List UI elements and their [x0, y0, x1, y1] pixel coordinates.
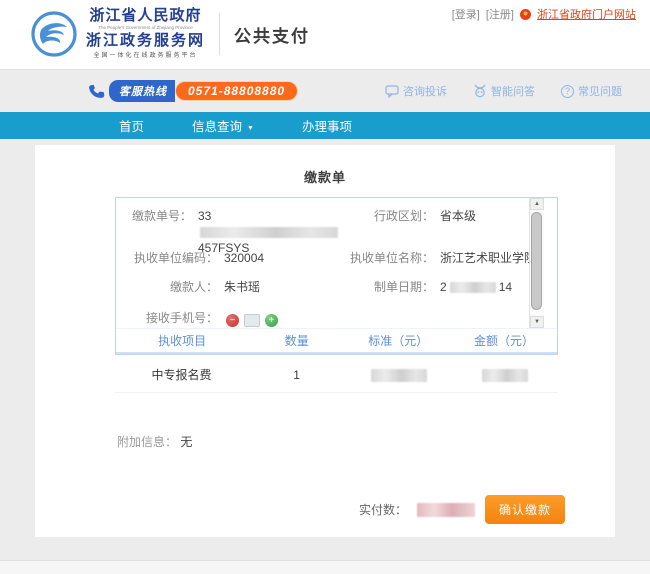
logo-text: 浙江省人民政府 The People's Government of Zheji… — [86, 9, 205, 59]
field-phone: 接收手机号： — [116, 308, 544, 332]
form-row: 执收单位编码： 320004 执收单位名称： 浙江艺术职业学院 — [116, 248, 544, 277]
nav-label: 信息查询 — [192, 116, 242, 135]
login-link[interactable]: [登录] — [452, 6, 480, 22]
question-circle-icon — [561, 85, 574, 98]
logo-divider — [219, 13, 220, 55]
payment-panel: 缴款单 缴款单号： 33 457FSYS 行政区划： 省本级 — [35, 145, 615, 537]
national-emblem-icon — [520, 9, 531, 20]
redacted-bill-no — [200, 227, 338, 238]
agency-name-value: 浙江艺术职业学院 — [434, 248, 536, 266]
site-name: 浙江政务服务网 — [86, 34, 205, 49]
site-logo: 浙江省人民政府 The People's Government of Zheji… — [30, 9, 310, 59]
col-header-standard: 标准（元） — [345, 332, 451, 349]
field-agency-name: 执收单位名称： 浙江艺术职业学院 — [338, 248, 544, 277]
footer-strip — [0, 560, 650, 574]
field-payer: 缴款人： 朱书瑶 — [116, 277, 338, 308]
register-link[interactable]: [注册] — [486, 6, 514, 22]
quicklink-label: 智能问答 — [491, 83, 535, 99]
date-suffix: 14 — [499, 280, 512, 294]
col-header-amount: 金额（元） — [451, 332, 557, 349]
extra-info: 附加信息： 无 — [117, 433, 192, 450]
chat-bubble-icon — [385, 84, 399, 98]
agency-code-value: 320004 — [218, 248, 264, 266]
form-row: 缴款单号： 33 457FSYS 行政区划： 省本级 — [116, 206, 544, 248]
scroll-down-arrow[interactable] — [530, 316, 544, 328]
gov-name-en: The People's Government of Zhejiang Prov… — [92, 26, 199, 31]
agency-code-label: 执收单位编码： — [116, 248, 218, 266]
payer-label: 缴款人： — [116, 277, 218, 295]
quicklink-smart-qa[interactable]: 智能问答 — [473, 83, 535, 99]
cell-standard — [345, 367, 451, 381]
top-links: [登录] [注册] 浙江省政府门户网站 — [452, 6, 636, 22]
redacted-amount — [482, 369, 528, 382]
gov-portal-link[interactable]: 浙江省政府门户网站 — [537, 6, 636, 22]
date-value: 2 14 — [434, 277, 512, 295]
phone-icon — [87, 81, 106, 100]
payment-form-box: 缴款单号： 33 457FSYS 行政区划： 省本级 执收单位编码： — [115, 197, 558, 355]
agency-name-label: 执收单位名称： — [338, 248, 434, 266]
nav-label: 首页 — [119, 116, 144, 135]
cell-amount — [452, 367, 558, 381]
phone-label: 接收手机号： — [116, 308, 218, 326]
paid-amount-label: 实付数： — [359, 501, 407, 518]
chevron-down-icon — [247, 119, 254, 133]
date-prefix: 2 — [440, 280, 447, 294]
form-row: 缴款人： 朱书瑶 制单日期： 2 14 — [116, 277, 544, 308]
bill-no-label: 缴款单号： — [116, 206, 192, 224]
field-slip-date: 制单日期： 2 14 — [338, 277, 544, 308]
col-header-item: 执收项目 — [116, 332, 248, 349]
sub-header: 客服热线 0571-88808880 咨询投诉 智能问答 常见问题 — [0, 76, 650, 106]
form-scrollbar — [529, 198, 544, 328]
pay-row: 实付数： 确认缴款 — [359, 495, 565, 524]
hotline-number: 0571-88808880 — [175, 81, 298, 101]
nav-label: 办理事项 — [302, 116, 352, 135]
nav-item-home[interactable]: 首页 — [95, 112, 168, 139]
redacted-standard — [371, 369, 427, 382]
zhejiang-gov-logo-icon — [30, 10, 78, 58]
nav-item-info-query[interactable]: 信息查询 — [168, 112, 278, 139]
quicklinks: 咨询投诉 智能问答 常见问题 — [385, 83, 622, 99]
hotline: 客服热线 0571-88808880 — [88, 80, 298, 102]
payer-value: 朱书瑶 — [218, 277, 260, 295]
field-agency-code: 执收单位编码： 320004 — [116, 248, 338, 277]
hotline-label: 客服热线 — [109, 80, 175, 102]
remove-phone-button[interactable] — [226, 314, 239, 327]
quicklink-faq[interactable]: 常见问题 — [561, 83, 622, 99]
scroll-up-arrow[interactable] — [530, 198, 544, 210]
public-payment-page: 浙江省人民政府 The People's Government of Zheji… — [0, 0, 650, 574]
quicklink-label: 常见问题 — [578, 83, 622, 99]
bill-no-prefix: 33 — [198, 209, 211, 223]
charge-table-row: 中专报名费 1 — [115, 357, 558, 393]
gov-name: 浙江省人民政府 — [86, 9, 205, 24]
field-region: 行政区划： 省本级 — [338, 206, 544, 248]
extra-info-value: 无 — [180, 435, 192, 449]
main-nav: 首页 信息查询 办理事项 — [0, 112, 650, 139]
payment-slip-title: 缴款单 — [35, 167, 615, 186]
site-tagline: 全国一体化在线政务服务平台 — [86, 53, 205, 59]
extra-info-label: 附加信息： — [117, 435, 177, 449]
redacted-date — [450, 282, 496, 293]
confirm-payment-button[interactable]: 确认缴款 — [485, 495, 565, 524]
add-phone-button[interactable] — [265, 314, 278, 327]
site-header: 浙江省人民政府 The People's Government of Zheji… — [0, 0, 650, 70]
quicklink-label: 咨询投诉 — [403, 83, 447, 99]
region-label: 行政区划： — [338, 206, 434, 224]
date-label: 制单日期： — [338, 277, 434, 295]
cell-item: 中专报名费 — [115, 366, 248, 383]
phone-controls — [218, 308, 283, 332]
robot-icon — [473, 84, 487, 98]
field-bill-no: 缴款单号： 33 457FSYS — [116, 206, 338, 248]
phone-input[interactable] — [244, 314, 260, 327]
cell-qty: 1 — [248, 368, 345, 382]
region-value: 省本级 — [434, 206, 476, 224]
redacted-paid-amount — [417, 503, 475, 517]
page-title: 公共支付 — [234, 22, 310, 47]
quicklink-consult-complaint[interactable]: 咨询投诉 — [385, 83, 447, 99]
nav-item-handle-items[interactable]: 办理事项 — [278, 112, 376, 139]
scrollbar-thumb[interactable] — [531, 212, 542, 310]
form-scroll-area: 缴款单号： 33 457FSYS 行政区划： 省本级 执收单位编码： — [116, 198, 544, 328]
col-header-qty: 数量 — [248, 332, 345, 349]
form-row-phone: 接收手机号： — [116, 308, 544, 332]
